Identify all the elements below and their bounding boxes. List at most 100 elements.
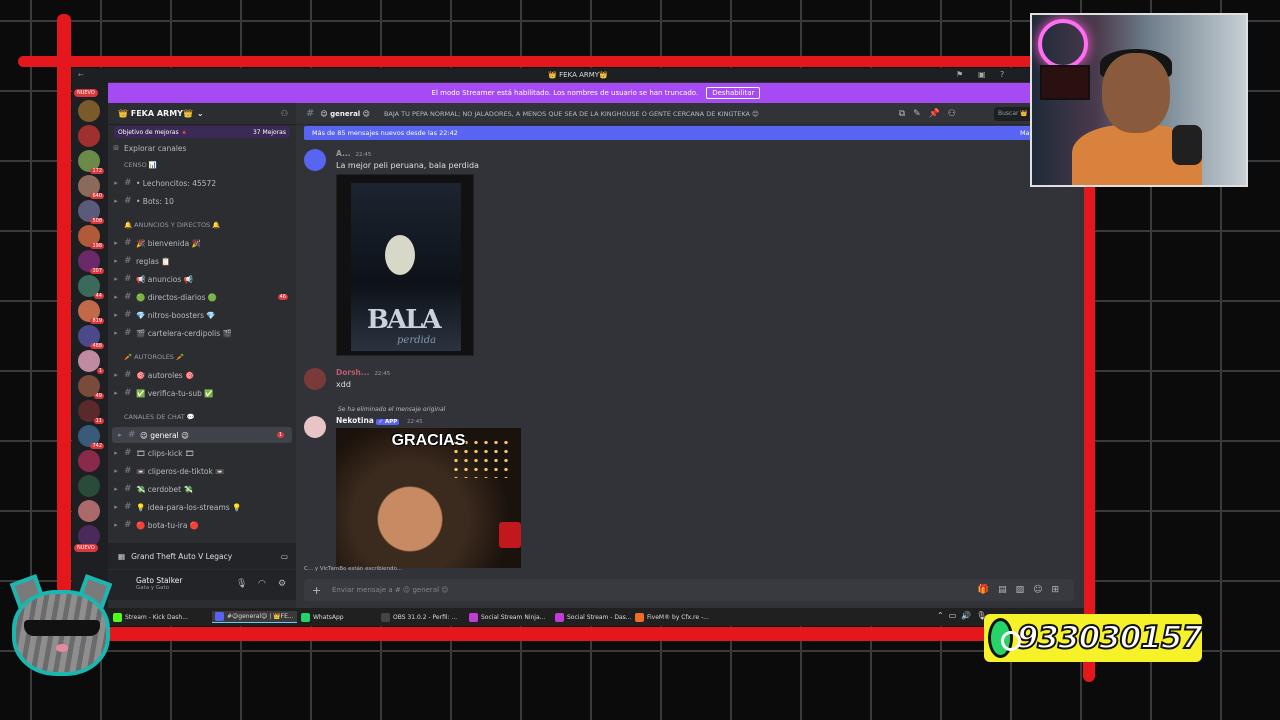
flag-icon[interactable]: ⚑ (956, 70, 963, 79)
server-header[interactable]: 👑 FEKA ARMY👑 ⌄ ⚇ (108, 103, 296, 125)
avatar[interactable] (304, 416, 326, 438)
channel-label: 🎬 cartelera-cerdipolis 🎬 (136, 328, 232, 338)
movie-poster-image[interactable]: BALA perdida (336, 174, 474, 356)
channel-label: CENSO 📊 (124, 161, 157, 169)
server-icon[interactable]: 307 (78, 250, 104, 274)
channel-category[interactable]: CANALES DE CHAT 💬 (108, 409, 296, 425)
channel-item[interactable]: ▸ # 💎 nitros-boosters 💎 (108, 307, 296, 323)
gracias-gif[interactable]: GRACIAS (336, 428, 521, 568)
taskbar-item[interactable]: OBS 31.0.2 - Perfil: ... (378, 611, 460, 623)
channel-item[interactable]: ▸ # • Bots: 10 (108, 193, 296, 209)
channel-item[interactable]: ▸ # 🟢 directos-diarios 🟢 46 (108, 289, 296, 305)
explore-channels[interactable]: ⊞ Explorar canales (108, 140, 296, 156)
server-icon[interactable]: 508 (78, 200, 104, 224)
channel-item[interactable]: ▸ # 📢 anuncios 📢 (108, 271, 296, 287)
server-icon[interactable]: 172 (78, 150, 104, 174)
channel-item[interactable]: ▸ # reglas 📋 (108, 253, 296, 269)
channel-category[interactable]: CENSO 📊 (108, 157, 296, 173)
channel-category[interactable]: 🥕 AUTOROLES 🥕 (108, 349, 296, 365)
avatar[interactable] (304, 368, 326, 390)
whatsapp-icon (988, 618, 1021, 658)
channel-sidebar: 👑 FEKA ARMY👑 ⌄ ⚇ Objetivo de mejoras 🔺 3… (108, 103, 296, 626)
server-list: NUEVO 172 640 508 198 307 44 819 488 1 49 11 742 NU… (72, 82, 108, 626)
channel-item[interactable]: ▸ # 🎉 bienvenida 🎉 (108, 235, 296, 251)
mic-icon[interactable]: 🎙 (236, 579, 247, 589)
channel-label: 💸 cerdobet 💸 (136, 484, 193, 494)
server-icon[interactable] (78, 475, 100, 497)
server-icon[interactable] (78, 125, 100, 147)
app-icon (113, 612, 122, 622)
channel-item[interactable]: ▸ # 📼 cliperos-de-tiktok 📼 (108, 463, 296, 479)
hash-icon: # (124, 256, 132, 266)
taskbar-item[interactable]: FiveM® by Cfx.re -... (632, 611, 712, 623)
new-messages-bar[interactable]: Más de 85 mensajes nuevos desde las 22:4… (304, 126, 1084, 140)
channel-item[interactable]: ▸ # 🎬 cartelera-cerdipolis 🎬 (108, 325, 296, 341)
channel-item[interactable]: ▸ # 🎯 autoroles 🎯 (108, 367, 296, 383)
screen-share-icon[interactable]: ▭ (281, 552, 288, 561)
app-tag: ✓ APP (376, 419, 400, 425)
server-icon[interactable]: 198 (78, 225, 104, 249)
chevron-right-icon: ▸ (114, 311, 118, 319)
activity-label: Grand Theft Auto V Legacy (131, 551, 233, 561)
channel-header: # 😉 general 😉 BAJA TU PEPA NORMAL; NO JA… (296, 103, 1084, 125)
avatar[interactable] (304, 149, 326, 171)
gear-icon[interactable]: ⚙ (278, 579, 286, 589)
user-panel: Gato Stalker Gata y Gato 🎙 ◠ ⚙ (108, 570, 296, 600)
channel-label: 😉 general 😉 (140, 430, 189, 440)
header-tools[interactable]: ⧉✎📌⚇ (899, 109, 964, 119)
message-author[interactable]: A... 22:45 (336, 149, 371, 158)
disable-streamer-button[interactable]: Deshabilitar (706, 87, 761, 99)
message-author[interactable]: Dorsh... 22:45 (336, 368, 390, 377)
add-member-icon[interactable]: ⚇ (281, 109, 288, 118)
server-icon[interactable]: 488 (78, 325, 104, 349)
server-icon[interactable]: 742 (78, 425, 104, 449)
reply-deleted-notice: Se ha eliminado el mensaje original (338, 406, 446, 413)
server-mention-count: 49 (93, 393, 104, 399)
channel-item[interactable]: ▸ # ✅ verifica-tu-sub ✅ (108, 385, 296, 401)
chevron-right-icon: ▸ (114, 371, 118, 379)
server-icon[interactable]: 819 (78, 300, 104, 324)
activity-bar[interactable]: ▦ Grand Theft Auto V Legacy ▭ (108, 543, 296, 569)
channel-category[interactable]: 🔔 ANUNCIOS Y DIRECTOS 🔔 (108, 217, 296, 233)
message-input[interactable]: + Enviar mensaje a # 😉 general 😉 🎁▤▨☺⊞ (304, 579, 1074, 601)
chevron-right-icon: ▸ (114, 449, 118, 457)
back-arrow-icon[interactable]: ← (78, 71, 84, 79)
channel-item[interactable]: ▸ # 🎞 clips-kick 🎞 (108, 445, 296, 461)
server-icon[interactable]: 49 (78, 375, 104, 399)
channel-topic[interactable]: BAJA TU PEPA NORMAL; NO JALADORES, A MEN… (384, 110, 759, 118)
game-icon: ▦ (118, 551, 126, 561)
chevron-right-icon: ▸ (114, 197, 118, 205)
composer-tools[interactable]: 🎁▤▨☺⊞ (978, 585, 1068, 595)
server-icon[interactable] (78, 450, 100, 472)
chevron-right-icon: ▸ (114, 257, 118, 265)
cat-logo (8, 574, 114, 678)
help-icon[interactable]: ? (1000, 70, 1004, 79)
message-author[interactable]: Nekotina ✓ APP 22:45 (336, 416, 423, 425)
taskbar-item[interactable]: Social Stream Ninja... (466, 611, 548, 623)
taskbar-item[interactable]: #😉general😉 | 👑FE... (212, 611, 297, 623)
channel-item[interactable]: ▸ # 💡 idea-para-los-streams 💡 (108, 499, 296, 515)
channel-item[interactable]: ▸ # 😉 general 😉 1 (112, 427, 292, 443)
server-icon[interactable]: 44 (78, 275, 104, 299)
taskbar-item[interactable]: Social Stream - Das... (552, 611, 635, 623)
chevron-right-icon: ▸ (114, 179, 118, 187)
channel-item[interactable]: ▸ # 💸 cerdobet 💸 (108, 481, 296, 497)
chevron-down-icon: ⌄ (196, 109, 204, 118)
server-icon[interactable]: 640 (78, 175, 104, 199)
inbox-icon[interactable]: ▣ (978, 70, 986, 79)
server-icon[interactable] (78, 500, 100, 522)
taskbar-item[interactable]: WhatsApp (298, 611, 347, 623)
channel-label: reglas 📋 (136, 256, 171, 266)
channel-item[interactable]: ▸ # • Lechoncitos: 45572 (108, 175, 296, 191)
app-icon (469, 612, 478, 622)
hash-icon: # (124, 388, 132, 398)
server-icon[interactable] (78, 100, 100, 122)
server-icon[interactable]: 11 (78, 400, 104, 424)
user-name[interactable]: Gato Stalker (136, 576, 296, 585)
plus-icon[interactable]: + (312, 584, 321, 597)
server-icon[interactable]: 1 (78, 350, 104, 374)
headphones-icon[interactable]: ◠ (258, 579, 266, 589)
boost-goal-bar[interactable]: Objetivo de mejoras 🔺 37 Mejoras (114, 126, 290, 138)
channel-item[interactable]: ▸ # 🔴 bota-tu-ira 🔴 (108, 517, 296, 533)
taskbar-item[interactable]: Stream - Kick Dash... (110, 611, 191, 623)
